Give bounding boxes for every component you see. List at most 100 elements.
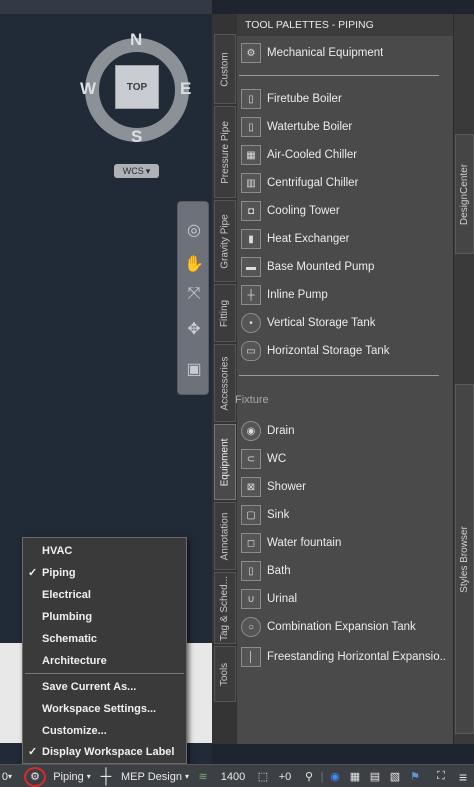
fullscreen-button[interactable]: ⛶ <box>432 765 450 787</box>
tool-label: Watertube Boiler <box>267 121 353 133</box>
menu-item-hvac[interactable]: HVAC <box>23 540 186 561</box>
tab-annotation[interactable]: Annotation <box>214 502 236 570</box>
tab-pressure-pipe[interactable]: Pressure Pipe <box>214 106 236 198</box>
showmotion-icon[interactable]: ▣ <box>182 357 206 381</box>
chevron-down-icon: ▾ <box>145 165 151 176</box>
chevron-down-icon: ▾ <box>8 772 13 781</box>
steering-wheel-icon[interactable]: ◎ <box>182 218 206 242</box>
menu-item-piping[interactable]: ✓ Piping <box>23 562 186 583</box>
tab-tag-schedule[interactable]: Tag & Sched... <box>214 572 236 644</box>
menu-item-customize[interactable]: Customize... <box>23 720 186 741</box>
tool-firetube-boiler[interactable]: ▯ Firetube Boiler <box>237 86 453 112</box>
tool-shower[interactable]: ⊠ Shower <box>237 474 453 500</box>
tool-label: Cooling Tower <box>267 205 340 217</box>
status-number[interactable]: 0 ▾ <box>0 765 14 787</box>
tank-icon: ▭ <box>241 341 261 361</box>
tool-horizontal-storage-tank[interactable]: ▭ Horizontal Storage Tank <box>237 338 453 364</box>
menu-item-label: Display Workspace Label <box>42 745 175 758</box>
tool-water-fountain[interactable]: ◻ Water fountain <box>237 530 453 556</box>
tab-custom[interactable]: Custom <box>214 34 236 104</box>
picture-icon: ▧ <box>389 771 401 783</box>
urinal-icon: ∪ <box>241 589 261 609</box>
grid-icon: ▦ <box>349 771 361 783</box>
tool-air-cooled-chiller[interactable]: ▦ Air-Cooled Chiller <box>237 142 453 168</box>
menu-item-label: Schematic <box>42 632 98 645</box>
tool-drain[interactable]: ◉ Drain <box>237 418 453 444</box>
menu-item-workspace-settings[interactable]: Workspace Settings... <box>23 698 186 719</box>
orbit-icon[interactable]: ✥ <box>182 317 206 341</box>
menu-item-electrical[interactable]: Electrical <box>23 584 186 605</box>
tool-label: WC <box>267 453 287 465</box>
menu-item-architecture[interactable]: Architecture <box>23 650 186 671</box>
display-configuration-dropdown[interactable]: MEP Design ▾ <box>118 765 192 787</box>
divider-bar: | <box>320 770 324 783</box>
tab-gravity-pipe[interactable]: Gravity Pipe <box>214 200 236 282</box>
compass-south[interactable]: S <box>131 127 142 147</box>
tool-freestanding-horizontal-expansion[interactable]: │ Freestanding Horizontal Expansio... <box>237 644 453 670</box>
tool-mechanical-equipment[interactable]: ⚙ Mechanical Equipment <box>237 40 453 66</box>
tab-accessories[interactable]: Accessories <box>214 344 236 422</box>
elevation-value[interactable]: +0 <box>274 765 296 787</box>
pan-hand-icon[interactable]: ✋ <box>182 252 206 276</box>
tool-sink[interactable]: ▢ Sink <box>237 502 453 528</box>
viewcube-top-face[interactable]: TOP <box>115 65 159 109</box>
tool-urinal[interactable]: ∪ Urinal <box>237 586 453 612</box>
menu-item-schematic[interactable]: Schematic <box>23 628 186 649</box>
menu-item-save-current-as[interactable]: Save Current As... <box>23 676 186 697</box>
tab-styles-browser[interactable]: Styles Browser <box>455 384 474 734</box>
surface-hatch-button[interactable]: ▦ <box>346 765 364 787</box>
menu-item-plumbing[interactable]: Plumbing <box>23 606 186 627</box>
compass-east[interactable]: E <box>180 79 191 99</box>
tool-cooling-tower[interactable]: ◘ Cooling Tower <box>237 198 453 224</box>
anno-icon: ⚲ <box>304 771 314 783</box>
annotation-scale-button[interactable]: ⚲ <box>300 765 318 787</box>
tool-label: Bath <box>267 565 291 577</box>
object-enabler-button[interactable]: ▤ <box>366 765 384 787</box>
tool-centrifugal-chiller[interactable]: ▥ Centrifugal Chiller <box>237 170 453 196</box>
tool-heat-exchanger[interactable]: ▮ Heat Exchanger <box>237 226 453 252</box>
crosshair-button[interactable]: ┼ <box>98 765 114 787</box>
tool-label: Combination Expansion Tank <box>267 621 416 633</box>
tool-label: Firetube Boiler <box>267 93 342 105</box>
tool-label: Urinal <box>267 593 298 605</box>
tab-label: Tag & Sched... <box>219 575 231 641</box>
checkmark-icon: ✓ <box>28 746 38 758</box>
tool-wc[interactable]: ⊂ WC <box>237 446 453 472</box>
shower-icon: ⊠ <box>241 477 261 497</box>
menu-item-display-workspace-label[interactable]: ✓ Display Workspace Label <box>23 741 186 762</box>
wcs-dropdown[interactable]: WCS ▾ <box>114 164 159 178</box>
tab-designcenter[interactable]: DesignCenter <box>455 134 474 254</box>
tool-combination-expansion-tank[interactable]: ○ Combination Expansion Tank <box>237 614 453 640</box>
hamburger-icon: ≡ <box>458 768 468 785</box>
viewcube-face-label: TOP <box>126 81 148 93</box>
menu-item-label: Customize... <box>42 724 107 737</box>
tab-label: Annotation <box>219 512 231 560</box>
tool-base-mounted-pump[interactable]: ▬ Base Mounted Pump <box>237 254 453 280</box>
divider: | <box>320 765 324 787</box>
compass-west[interactable]: W <box>80 79 96 99</box>
isolate-objects-button[interactable]: ◉ <box>326 765 344 787</box>
status-bar: 0 ▾ ⚙ Piping ▾ ┼ MEP Design ▾ ≋ 1400 ⬚ +0 ⚲… <box>0 764 474 787</box>
tool-vertical-storage-tank[interactable]: • Vertical Storage Tank <box>237 310 453 336</box>
tool-inline-pump[interactable]: ┼ Inline Pump <box>237 282 453 308</box>
expansion-tank-icon: │ <box>241 647 261 667</box>
compass-north[interactable]: N <box>130 30 142 50</box>
layer-stack-button[interactable]: ≋ <box>194 765 212 787</box>
tab-label: Styles Browser <box>459 525 470 593</box>
tab-fitting[interactable]: Fitting <box>214 284 236 342</box>
view-button[interactable]: ▧ <box>386 765 404 787</box>
tab-equipment[interactable]: Equipment <box>214 424 236 500</box>
workspace-switch-dropdown[interactable]: Piping ▾ <box>50 765 94 787</box>
tab-label: Custom <box>219 51 231 87</box>
cut-plane-value[interactable]: 1400 <box>216 765 250 787</box>
tool-watertube-boiler[interactable]: ▯ Watertube Boiler <box>237 114 453 140</box>
zoom-extents-icon[interactable]: ⤧ <box>182 282 206 306</box>
tab-tools[interactable]: Tools <box>214 646 236 702</box>
elevation-button[interactable]: ⬚ <box>254 765 272 787</box>
customization-menu-button[interactable]: ≡ <box>454 765 472 787</box>
tab-label: Accessories <box>219 356 231 410</box>
tab-label: DesignCenter <box>459 163 470 225</box>
tool-bath[interactable]: ▯ Bath <box>237 558 453 584</box>
render-button[interactable]: ⚑ <box>406 765 424 787</box>
layers-icon: ≋ <box>198 771 208 783</box>
